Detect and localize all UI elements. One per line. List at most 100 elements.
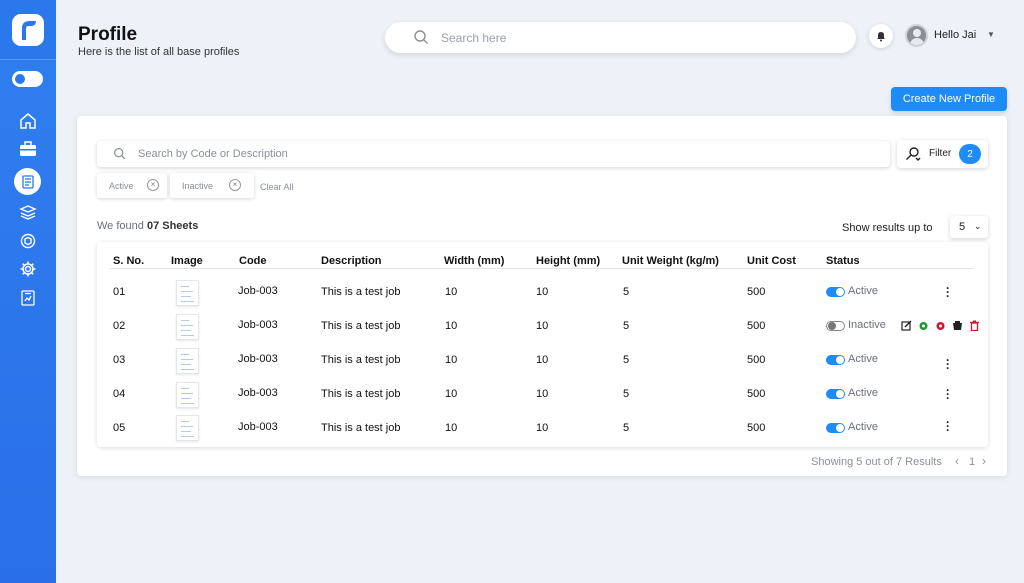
row-width: 10 <box>445 354 458 366</box>
global-search-placeholder: Search here <box>441 31 507 45</box>
row-menu-icon[interactable]: ... <box>946 381 950 401</box>
row-description: This is a test job <box>321 422 401 434</box>
remove-chip-icon[interactable]: × <box>147 179 159 191</box>
next-page-icon[interactable]: › <box>982 454 986 468</box>
status-label: Active <box>848 421 878 433</box>
job-thumbnail[interactable] <box>176 348 199 374</box>
search-icon <box>113 147 126 165</box>
remove-chip-icon[interactable]: × <box>229 179 241 191</box>
status-label: Active <box>848 285 878 297</box>
column-header: Status <box>826 255 860 267</box>
row-cost: 500 <box>747 388 766 400</box>
header-divider <box>110 268 973 269</box>
row-cost: 500 <box>747 354 766 366</box>
row-height: 10 <box>536 388 549 400</box>
status-toggle[interactable] <box>826 321 845 331</box>
profiles-table <box>97 242 988 447</box>
status-toggle[interactable] <box>826 389 845 399</box>
pagination-summary: Showing 5 out of 7 Results <box>811 456 942 468</box>
row-sno: 01 <box>113 286 126 298</box>
row-description: This is a test job <box>321 354 401 366</box>
notification-bell-icon[interactable] <box>869 24 893 48</box>
row-weight: 5 <box>623 354 630 366</box>
job-thumbnail[interactable] <box>176 280 199 306</box>
row-description: This is a test job <box>321 286 401 298</box>
row-weight: 5 <box>623 388 630 400</box>
filter-search-icon <box>905 146 921 167</box>
status-label: Active <box>848 387 878 399</box>
status-toggle[interactable] <box>826 287 845 297</box>
report-icon[interactable] <box>16 286 40 310</box>
sidebar-toggle[interactable] <box>12 71 43 87</box>
row-weight: 5 <box>623 422 630 434</box>
row-code: Job-003 <box>238 353 278 365</box>
row-width: 10 <box>445 286 458 298</box>
filter-chip-active: Active × <box>97 173 167 198</box>
row-description: This is a test job <box>321 320 401 332</box>
filter-button[interactable]: Filter 2 <box>897 140 988 168</box>
row-description: This is a test job <box>321 388 401 400</box>
status-label: Inactive <box>848 319 886 331</box>
app-logo[interactable] <box>0 0 56 60</box>
sidebar <box>0 0 56 583</box>
results-found-text: We found 07 Sheets <box>97 220 199 232</box>
gear-icon[interactable] <box>16 257 40 281</box>
column-header: Description <box>321 255 382 267</box>
chevron-down-icon[interactable]: ▼ <box>987 30 995 39</box>
profiles-nav-icon[interactable] <box>14 168 41 195</box>
status-toggle[interactable] <box>826 423 845 433</box>
row-weight: 5 <box>623 286 630 298</box>
code-search-input[interactable]: Search by Code or Description <box>97 141 890 167</box>
filter-chip-inactive: Inactive × <box>170 173 254 198</box>
status-label: Active <box>848 353 878 365</box>
layers-icon[interactable] <box>16 200 40 224</box>
box-icon[interactable] <box>16 229 40 253</box>
current-page[interactable]: 1 <box>969 456 975 468</box>
row-cost: 500 <box>747 286 766 298</box>
column-header: Image <box>171 255 203 267</box>
row-menu-icon[interactable]: ... <box>946 351 950 371</box>
copy-icon[interactable] <box>918 320 929 331</box>
column-header: Width (mm) <box>444 255 505 267</box>
results-per-page-select[interactable]: 5 ⌄ <box>950 216 988 238</box>
row-sno: 02 <box>113 320 126 332</box>
status-toggle[interactable] <box>826 355 845 365</box>
column-header: Height (mm) <box>536 255 601 267</box>
row-weight: 5 <box>623 320 630 332</box>
column-header: Code <box>239 255 267 267</box>
row-menu-icon[interactable]: ... <box>946 413 950 433</box>
column-header: Unit Cost <box>747 255 796 267</box>
global-search-input[interactable]: Search here <box>385 22 856 53</box>
clear-all-link[interactable]: Clear All <box>260 182 294 192</box>
row-cost: 500 <box>747 320 766 332</box>
prev-page-icon[interactable]: ‹ <box>955 454 959 468</box>
row-code: Job-003 <box>238 387 278 399</box>
home-icon[interactable] <box>16 109 40 133</box>
row-code: Job-003 <box>238 319 278 331</box>
create-new-profile-button[interactable]: Create New Profile <box>891 87 1007 111</box>
briefcase-icon[interactable] <box>16 137 40 161</box>
row-code: Job-003 <box>238 421 278 433</box>
job-thumbnail[interactable] <box>176 415 199 441</box>
user-greeting[interactable]: Hello Jai <box>934 29 976 41</box>
job-thumbnail[interactable] <box>176 314 199 340</box>
row-width: 10 <box>445 422 458 434</box>
archive-icon[interactable] <box>952 320 963 331</box>
user-avatar[interactable] <box>905 24 928 47</box>
duplicate-icon[interactable] <box>935 320 946 331</box>
job-thumbnail[interactable] <box>176 382 199 408</box>
column-header: Unit Weight (kg/m) <box>622 255 719 267</box>
delete-icon[interactable] <box>969 320 980 331</box>
row-sno: 05 <box>113 422 126 434</box>
page-title: Profile <box>78 24 138 45</box>
column-header: S. No. <box>113 255 145 267</box>
row-code: Job-003 <box>238 285 278 297</box>
row-sno: 03 <box>113 354 126 366</box>
edit-icon[interactable] <box>901 320 912 331</box>
page-subtitle: Here is the list of all base profiles <box>78 46 240 58</box>
row-height: 10 <box>536 286 549 298</box>
row-sno: 04 <box>113 388 126 400</box>
row-menu-icon[interactable]: ... <box>946 279 950 299</box>
row-width: 10 <box>445 388 458 400</box>
show-results-label: Show results up to <box>842 222 933 234</box>
